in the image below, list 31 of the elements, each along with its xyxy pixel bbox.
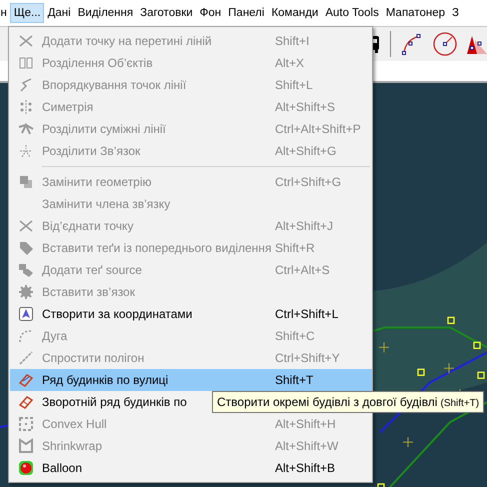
split-panels-icon (18, 55, 34, 71)
menu-bar-item[interactable]: Панелі (224, 3, 268, 23)
menu-bar-item[interactable]: Дані (44, 3, 74, 23)
menu-bar-item[interactable]: Виділення (74, 3, 137, 23)
arc-icon[interactable] (401, 32, 423, 56)
menu-bar-item[interactable]: Фон (196, 3, 225, 23)
menu-bar-item[interactable]: Мапатонер (382, 3, 448, 23)
diagonal-line-icon (18, 350, 34, 366)
menu-item[interactable]: Ряд будинків по вулиці Shift+T (10, 369, 372, 391)
circle-icon[interactable] (433, 32, 457, 56)
tooltip-text: Створити окремі будівлі з довгої будівлі (217, 395, 438, 409)
gear-icon (18, 284, 34, 300)
menu-bar-item[interactable]: Команди (268, 3, 322, 23)
crossed-lines-icon (18, 33, 34, 49)
menu-bar-item[interactable]: Auto Tools (322, 3, 382, 23)
tag-icon (18, 240, 34, 256)
menu-bar-item[interactable]: З (448, 3, 462, 23)
balloon-icon (18, 460, 34, 476)
menu-bar-item[interactable]: н (0, 3, 10, 23)
menu-item[interactable]: Створити за координатами Ctrl+Shift+L (10, 303, 372, 325)
menu-bar-item[interactable]: Заготовки (136, 3, 196, 23)
tooltip-shortcut: (Shift+T) (440, 398, 480, 409)
menu-item[interactable]: Balloon Alt+Shift+B (10, 457, 372, 479)
symmetry-icon (18, 99, 34, 115)
arc-icon (18, 328, 34, 344)
zigzag-line-icon (18, 77, 34, 93)
tag-icon (18, 262, 34, 278)
menu-bar-item[interactable]: Ще... (10, 3, 44, 23)
layers-icon (18, 174, 34, 190)
houses-row-icon (18, 372, 34, 388)
houses-row-icon (18, 394, 34, 410)
